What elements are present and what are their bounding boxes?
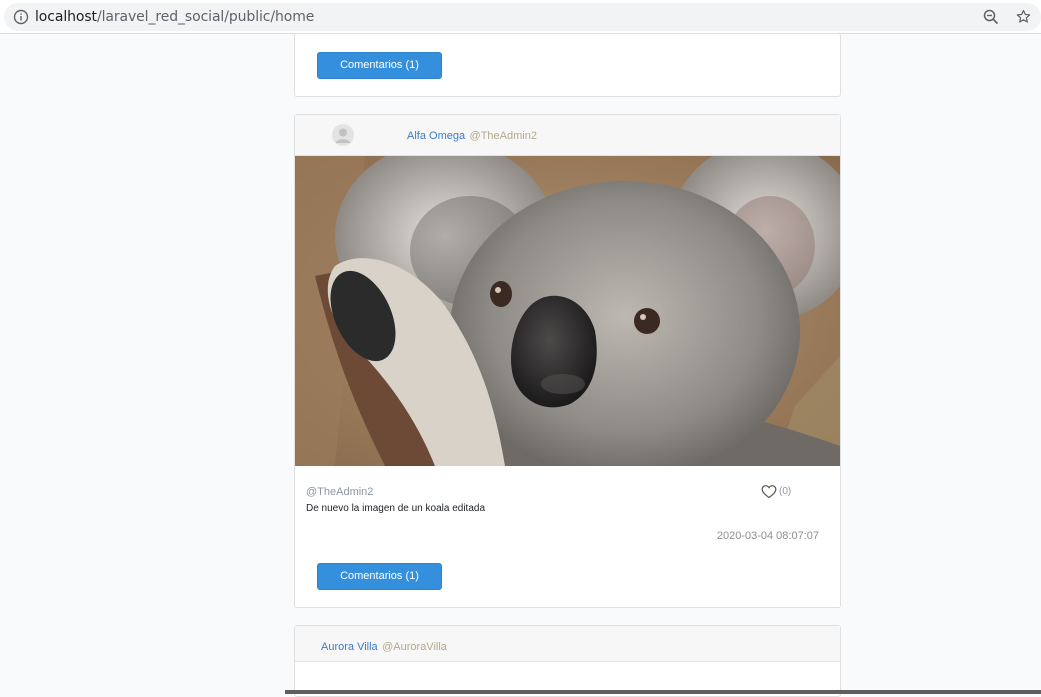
post-header: Alfa Omega @TheAdmin2 [295, 115, 840, 156]
comments-button[interactable]: Comentarios (1) [317, 563, 442, 590]
post-card: Comentarios (1) [294, 33, 841, 97]
like-count: (0) [779, 486, 792, 497]
url-path: /laravel_red_social/public/home [96, 9, 315, 25]
post-card: Aurora Villa @AuroraVilla [294, 625, 841, 697]
koala-photo [295, 156, 840, 466]
post-date: 2020-03-04 08:07:07 [716, 530, 819, 542]
author-nick: @AuroraVilla [382, 641, 447, 653]
zoom-out-icon[interactable] [983, 9, 999, 25]
avatar[interactable] [332, 124, 354, 146]
post-author: Alfa Omega @TheAdmin2 [407, 126, 537, 144]
user-avatar-icon [332, 124, 354, 146]
post-header: Aurora Villa @AuroraVilla [295, 626, 840, 662]
post-description: De nuevo la imagen de un koala editada [306, 503, 486, 514]
star-icon[interactable] [1015, 8, 1032, 25]
window-bottom-edge [285, 690, 1041, 694]
comments-button[interactable]: Comentarios (1) [317, 52, 442, 79]
address-bar[interactable]: localhost/laravel_red_social/public/home [4, 3, 1041, 31]
url-text[interactable]: localhost/laravel_red_social/public/home [35, 9, 314, 25]
author-name-link[interactable]: Aurora Villa [321, 641, 378, 653]
post-author: Aurora Villa @AuroraVilla [321, 637, 447, 655]
heart-icon[interactable] [761, 484, 777, 499]
info-icon[interactable] [13, 9, 29, 25]
url-host: localhost [35, 9, 97, 25]
post-meta-nick: @TheAdmin2 [306, 486, 374, 498]
post-card: Alfa Omega @TheAdmin2 @TheAdmin2 De nuev… [294, 114, 841, 608]
author-name-link[interactable]: Alfa Omega [407, 130, 465, 142]
post-image[interactable] [295, 156, 840, 466]
author-nick: @TheAdmin2 [469, 130, 537, 142]
browser-toolbar: localhost/laravel_red_social/public/home [0, 0, 1041, 34]
